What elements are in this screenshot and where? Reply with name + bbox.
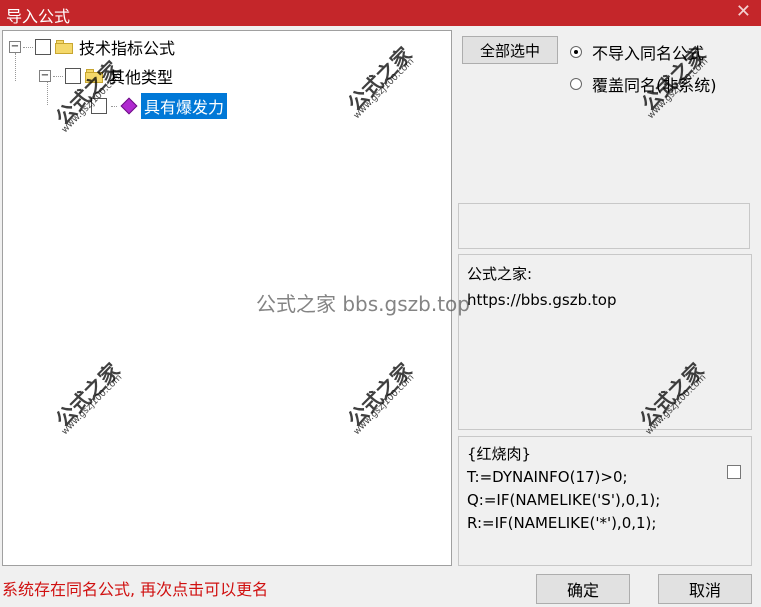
- tree-node-label-selected: 具有爆发力: [141, 93, 228, 119]
- tree-node-root[interactable]: − 技术指标公式: [9, 35, 175, 59]
- collapse-icon[interactable]: −: [39, 70, 51, 82]
- tree-node-leaf[interactable]: 具有爆发力: [91, 93, 228, 119]
- close-icon[interactable]: ✕: [736, 1, 751, 22]
- window-title: 导入公式: [6, 7, 71, 26]
- status-message: 系统存在同名公式, 再次点击可以更名: [2, 580, 269, 599]
- info-url: https://bbs.gszb.top: [467, 291, 617, 309]
- tree-node-label: 其他类型: [109, 68, 174, 87]
- cancel-button[interactable]: 取消: [658, 574, 752, 604]
- root-checkbox[interactable]: [35, 39, 51, 55]
- formula-tree[interactable]: − 技术指标公式 − 其他类型 具有爆发力: [2, 30, 452, 566]
- tree-node-child[interactable]: − 其他类型: [39, 64, 173, 88]
- select-all-button[interactable]: 全部选中: [462, 36, 558, 64]
- radio-overwrite[interactable]: 覆盖同名(非系统): [570, 72, 717, 96]
- radio-selected-icon[interactable]: [570, 46, 582, 58]
- radio-label: 不导入同名公式: [592, 44, 705, 63]
- formula-code-panel: {红烧肉} T:=DYNAINFO(17)>0; Q:=IF(NAMELIKE(…: [458, 436, 752, 566]
- leaf-checkbox[interactable]: [91, 98, 107, 114]
- folder-icon: [55, 40, 73, 54]
- tree-node-label: 技术指标公式: [79, 39, 176, 58]
- radio-label: 覆盖同名(非系统): [592, 76, 717, 95]
- name-input-box[interactable]: [458, 203, 750, 249]
- formula-gem-icon: [120, 97, 138, 115]
- ok-button[interactable]: 确定: [536, 574, 630, 604]
- info-line: 公式之家:: [467, 265, 533, 283]
- title-bar: 导入公式 ✕: [0, 0, 761, 26]
- radio-no-import[interactable]: 不导入同名公式: [570, 40, 704, 64]
- collapse-icon[interactable]: −: [9, 41, 21, 53]
- radio-unselected-icon[interactable]: [570, 78, 582, 90]
- folder-icon: [85, 69, 103, 83]
- child-checkbox[interactable]: [65, 68, 81, 84]
- formula-info-panel: 公式之家: https://bbs.gszb.top: [458, 254, 752, 430]
- code-checkbox[interactable]: [727, 465, 741, 479]
